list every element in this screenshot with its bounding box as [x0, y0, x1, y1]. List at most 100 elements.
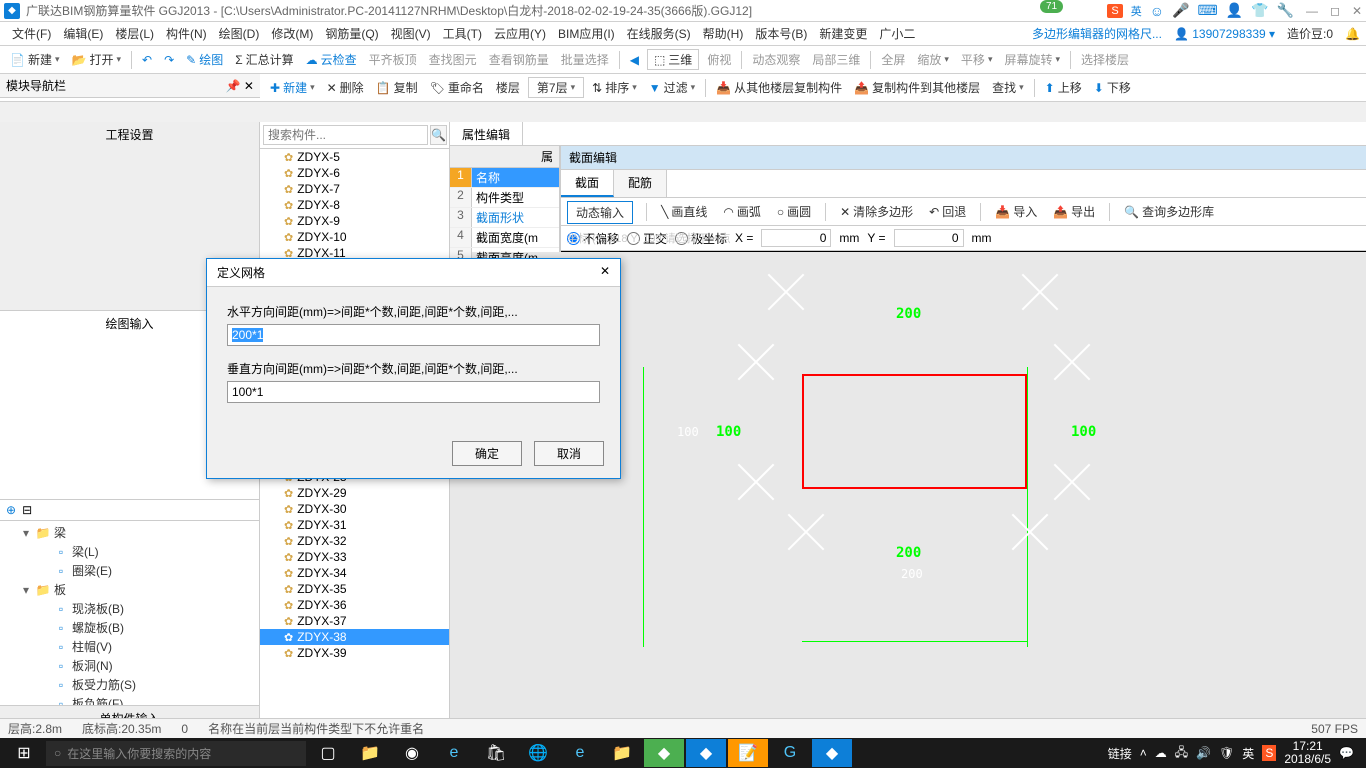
draw-arc-button[interactable]: ◠ 画弧	[719, 201, 765, 222]
list-item[interactable]: ✿ZDYX-34	[260, 565, 449, 581]
tree-node[interactable]: ▫板洞(N)	[2, 656, 257, 675]
redo-icon[interactable]: ↷	[160, 51, 178, 69]
floor-select[interactable]: 第7层 ▾	[528, 77, 584, 98]
start-button[interactable]: ⊞	[4, 739, 44, 767]
component-tree[interactable]: ▾📁梁▫梁(L)▫圈梁(E)▾📁板▫现浇板(B)▫螺旋板(B)▫柱帽(V)▫板洞…	[0, 521, 259, 705]
batch-button[interactable]: 批量选择	[557, 49, 613, 70]
nav-pin-icon[interactable]: 📌 ✕	[226, 79, 254, 93]
menu-draw[interactable]: 绘图(D)	[213, 23, 266, 44]
app1-icon[interactable]: ◉	[392, 739, 432, 767]
app5-icon[interactable]: G	[770, 739, 810, 767]
list-item[interactable]: ✿ZDYX-39	[260, 645, 449, 661]
prop-row[interactable]: 2构件类型	[450, 188, 559, 208]
horiz-input[interactable]: 200*1	[227, 324, 600, 346]
app2-icon[interactable]: ◆	[644, 739, 684, 767]
check-button[interactable]: 查看钢筋量	[485, 49, 553, 70]
app6-icon[interactable]: ◆	[812, 739, 852, 767]
top-button[interactable]: 俯视	[703, 49, 735, 70]
pan-button[interactable]: 平移 ▾	[957, 49, 997, 70]
list-item[interactable]: ✿ZDYX-29	[260, 485, 449, 501]
ie-icon[interactable]: e	[560, 739, 600, 767]
coins-label[interactable]: 造价豆:0	[1287, 25, 1333, 42]
clear-button[interactable]: ✕ 清除多边形	[836, 201, 917, 222]
list-item[interactable]: ✿ZDYX-6	[260, 165, 449, 181]
explorer-icon[interactable]: 📁	[350, 739, 390, 767]
list-item[interactable]: ✿ZDYX-9	[260, 213, 449, 229]
menu-newchange[interactable]: 新建变更	[813, 23, 873, 44]
tray-link[interactable]: 链接	[1108, 745, 1132, 762]
tree-node[interactable]: ▫梁(L)	[2, 542, 257, 561]
menu-file[interactable]: 文件(F)	[6, 23, 57, 44]
menu-cloud[interactable]: 云应用(Y)	[488, 23, 552, 44]
app3-icon[interactable]: ◆	[686, 739, 726, 767]
menu-floor[interactable]: 楼层(L)	[109, 23, 160, 44]
prop-row[interactable]: 1名称	[450, 168, 559, 188]
draw-circle-button[interactable]: ○ 画圆	[773, 201, 815, 222]
close-button[interactable]: ✕	[1352, 4, 1362, 18]
store-icon[interactable]: 🛍	[476, 739, 516, 767]
cancel-button[interactable]: 取消	[534, 441, 604, 466]
tab-rebar[interactable]: 配筋	[614, 170, 667, 197]
tab-section[interactable]: 截面	[561, 170, 614, 197]
app4-icon[interactable]: 📝	[728, 739, 768, 767]
person-icon[interactable]: 👤	[1226, 2, 1243, 19]
del-button[interactable]: ✕ 删除	[323, 77, 368, 98]
shirt-icon[interactable]: 👕	[1251, 2, 1268, 19]
open-button[interactable]: 📂 打开 ▾	[68, 49, 126, 70]
prop-row[interactable]: 4截面宽度(m	[450, 228, 559, 248]
list-item[interactable]: ✿ZDYX-32	[260, 533, 449, 549]
x-input[interactable]	[761, 229, 831, 247]
ime-lang[interactable]: 英	[1131, 3, 1142, 19]
taskview-icon[interactable]: ▢	[308, 739, 348, 767]
list-item[interactable]: ✿ZDYX-33	[260, 549, 449, 565]
tree-node[interactable]: ▫板受力筋(S)	[2, 675, 257, 694]
cloud-check-button[interactable]: ☁ 云检查	[302, 49, 361, 70]
list-item[interactable]: ✿ZDYX-8	[260, 197, 449, 213]
zoom-button[interactable]: 缩放 ▾	[913, 49, 953, 70]
find-button[interactable]: 查找图元	[425, 49, 481, 70]
undo2-button[interactable]: ↶ 回退	[925, 201, 970, 222]
collapse-icon[interactable]: ⊟	[22, 503, 32, 517]
menu-modify[interactable]: 修改(M)	[265, 23, 319, 44]
folder2-icon[interactable]: 📁	[602, 739, 642, 767]
sum-button[interactable]: Σ 汇总计算	[231, 49, 297, 70]
search2-button[interactable]: 查找 ▾	[988, 77, 1028, 98]
dyn-button[interactable]: 动态观察	[748, 49, 804, 70]
draw-button[interactable]: ✎绘图	[182, 49, 227, 70]
menu-online[interactable]: 在线服务(S)	[621, 23, 697, 44]
minimize-button[interactable]: —	[1306, 4, 1318, 18]
down-button[interactable]: ⬇ 下移	[1090, 77, 1135, 98]
tree-node[interactable]: ▫螺旋板(B)	[2, 618, 257, 637]
draw-line-button[interactable]: ╲ 画直线	[657, 201, 711, 222]
prop-row[interactable]: 3截面形状	[450, 208, 559, 228]
lib-button[interactable]: 🔍 查询多边形库	[1120, 201, 1218, 222]
list-item[interactable]: ✿ZDYX-5	[260, 149, 449, 165]
tray-notif-icon[interactable]: 💬	[1339, 746, 1354, 760]
tree-node[interactable]: ▫柱帽(V)	[2, 637, 257, 656]
list-item[interactable]: ✿ZDYX-31	[260, 517, 449, 533]
rotate-button[interactable]: 屏幕旋转 ▾	[1000, 49, 1064, 70]
flat-button[interactable]: 平齐板顶	[365, 49, 421, 70]
dynamic-input-button[interactable]: 动态输入	[567, 201, 633, 224]
edge-icon[interactable]: e	[434, 739, 474, 767]
tray-vol-icon[interactable]: 🔊	[1196, 746, 1211, 760]
account-label[interactable]: 👤 13907298339 ▾	[1174, 27, 1275, 41]
list-item[interactable]: ✿ZDYX-7	[260, 181, 449, 197]
bell-icon[interactable]: 🔔	[1345, 27, 1360, 41]
menu-component[interactable]: 构件(N)	[160, 23, 213, 44]
wrench-icon[interactable]: 🔧	[1277, 2, 1294, 19]
menu-bim[interactable]: BIM应用(I)	[552, 23, 621, 44]
menu-help[interactable]: 帮助(H)	[697, 23, 750, 44]
ime-badge[interactable]: S	[1107, 4, 1122, 18]
search-input[interactable]	[263, 125, 428, 145]
smiley-icon[interactable]: ☺	[1150, 3, 1164, 19]
keyboard-icon[interactable]: ⌨	[1197, 2, 1217, 19]
local3d-button[interactable]: 局部三维	[808, 49, 864, 70]
menu-view[interactable]: 视图(V)	[385, 23, 437, 44]
undo-icon[interactable]: ↶	[138, 51, 156, 69]
maximize-button[interactable]: ◻	[1330, 4, 1340, 18]
tray-lang[interactable]: 英	[1242, 745, 1254, 762]
tray-up-icon[interactable]: ˄	[1140, 746, 1147, 760]
edge2-icon[interactable]: 🌐	[518, 739, 558, 767]
fullscreen-button[interactable]: 全屏	[877, 49, 909, 70]
